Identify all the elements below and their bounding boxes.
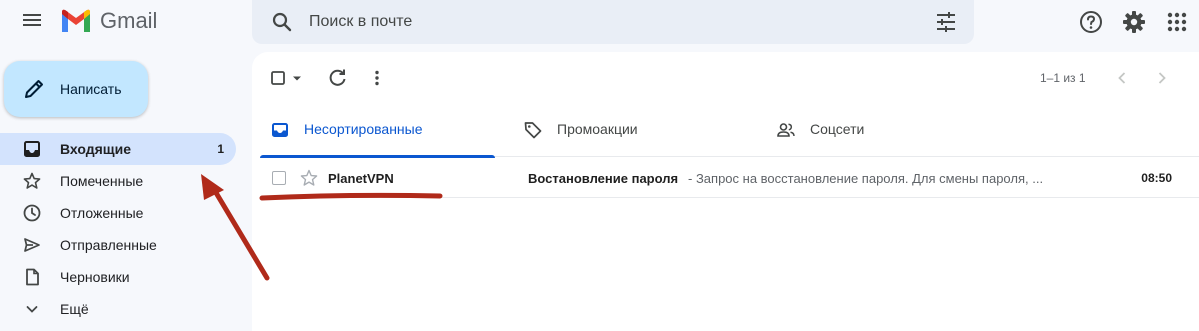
- main-menu-button[interactable]: [20, 11, 44, 33]
- settings-gear-icon[interactable]: [1121, 9, 1147, 35]
- tab-label: Промоакции: [557, 121, 638, 137]
- compose-button[interactable]: Написать: [4, 61, 148, 117]
- email-sender: PlanetVPN: [328, 171, 394, 186]
- app-name: Gmail: [100, 8, 158, 33]
- sidebar-item-snoozed[interactable]: Отложенные: [0, 197, 236, 229]
- sidebar-item-more[interactable]: Ещё: [0, 293, 236, 325]
- tab-primary[interactable]: Несортированные: [260, 108, 495, 158]
- mail-toolbar: 1–1 из 1: [252, 52, 1199, 100]
- clock-icon: [23, 204, 41, 222]
- email-time: 08:50: [1141, 171, 1172, 185]
- chevron-down-icon: [26, 306, 38, 313]
- refresh-icon[interactable]: [326, 66, 350, 90]
- star-icon[interactable]: [299, 168, 319, 188]
- sidebar-item-starred[interactable]: Помеченные: [0, 165, 236, 197]
- compose-label: Написать: [60, 81, 122, 97]
- sidebar-item-drafts[interactable]: Черновики: [0, 261, 236, 293]
- tab-label: Соцсети: [810, 121, 865, 137]
- star-icon: [23, 172, 41, 189]
- sidebar-item-inbox[interactable]: Входящие 1: [0, 133, 236, 165]
- draft-icon: [26, 268, 39, 286]
- email-row[interactable]: PlanetVPN Востановление пароля - Запрос …: [260, 158, 1199, 198]
- sidebar-item-sent[interactable]: Отправленные: [0, 229, 236, 261]
- search-options-icon[interactable]: [934, 11, 958, 33]
- menu-icon-line: [23, 24, 41, 26]
- sidebar-nav: Входящие 1 Помеченные Отложенные Отправл…: [0, 133, 252, 325]
- tab-promotions[interactable]: Промоакции: [513, 108, 748, 157]
- pencil-icon: [25, 80, 43, 98]
- gmail-m-icon: [62, 9, 90, 32]
- tab-social[interactable]: Соцсети: [766, 108, 1001, 157]
- sidebar-item-label: Помеченные: [60, 173, 144, 189]
- sidebar-item-label: Отправленные: [60, 237, 157, 253]
- unread-count: 1: [217, 142, 224, 156]
- tag-icon: [524, 122, 542, 139]
- inbox-icon: [24, 141, 40, 157]
- top-bar: Gmail Поиск в почте: [0, 0, 1199, 44]
- sidebar-item-label: Черновики: [60, 269, 130, 285]
- sidebar-item-label: Отложенные: [60, 205, 144, 221]
- menu-icon-line: [23, 19, 41, 21]
- tab-label: Несортированные: [304, 121, 423, 137]
- email-checkbox[interactable]: [272, 171, 286, 185]
- newer-page-chevron-left-icon[interactable]: [1110, 66, 1134, 90]
- email-subject: Востановление пароля: [528, 171, 679, 186]
- older-page-chevron-right-icon[interactable]: [1150, 66, 1174, 90]
- gmail-logo[interactable]: Gmail: [60, 8, 157, 34]
- sidebar-item-label: Ещё: [60, 301, 89, 317]
- help-icon[interactable]: [1078, 9, 1104, 35]
- apps-grid-icon[interactable]: [1164, 9, 1190, 35]
- select-dropdown-icon[interactable]: [290, 66, 304, 90]
- send-icon: [24, 238, 40, 252]
- select-all-checkbox-icon[interactable]: [268, 66, 292, 90]
- menu-icon-line: [23, 14, 41, 16]
- people-icon: [777, 123, 795, 137]
- search-bar[interactable]: Поиск в почте: [252, 0, 974, 44]
- search-input[interactable]: Поиск в почте: [309, 13, 412, 31]
- inbox-icon: [272, 123, 288, 137]
- category-tabs: Несортированные Промоакции Соцсети: [260, 108, 1199, 158]
- pagination-label: 1–1 из 1: [1040, 71, 1086, 85]
- more-vert-icon[interactable]: [365, 66, 389, 90]
- sidebar-item-label: Входящие: [60, 141, 131, 157]
- mail-list-panel: 1–1 из 1 Несортированные Промоакции Соцс…: [252, 52, 1199, 331]
- email-snippet: - Запрос на восстановление пароля. Для с…: [688, 171, 1044, 186]
- search-icon[interactable]: [270, 10, 294, 34]
